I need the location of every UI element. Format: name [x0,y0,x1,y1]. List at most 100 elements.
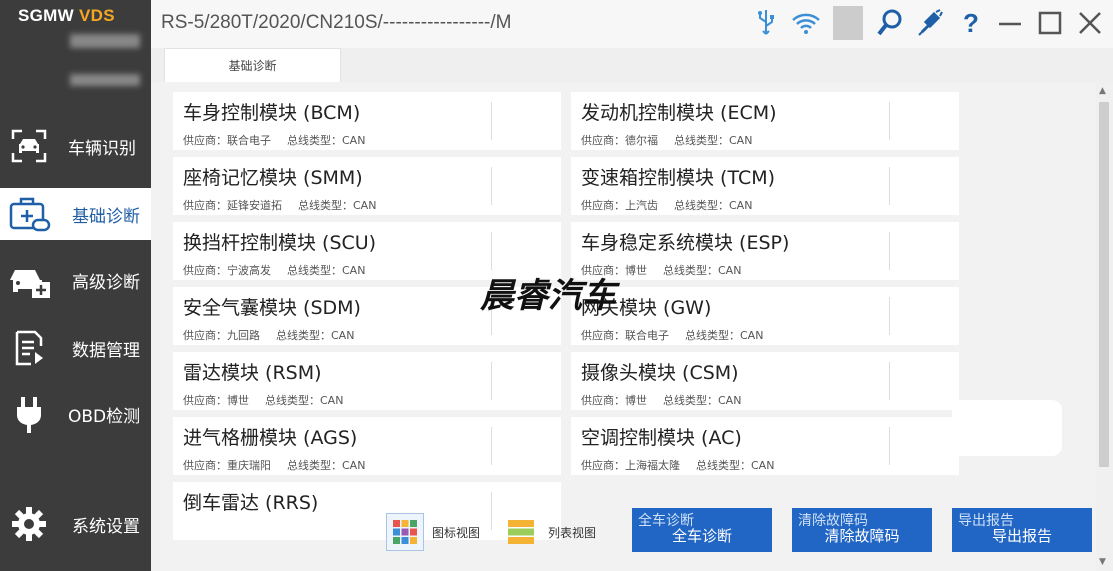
module-supplier: 供应商：博世 [581,394,647,407]
module-name: 安全气囊模块 (SDM) [183,297,361,319]
card-divider [889,232,890,270]
card-divider [889,297,890,335]
scrollbar-thumb[interactable] [1099,102,1109,467]
sidebar-item-settings[interactable]: 系统设置 [0,498,151,550]
module-bus: 总线类型：CAN [265,394,344,407]
sidebar-item-label: 车辆识别 [68,138,136,159]
button-ghost-text: 清除故障码 [798,513,868,529]
vehicle-path: RS-5/280T/2020/CN210S/-----------------/… [161,12,512,33]
module-bus: 总线类型：CAN [276,329,355,342]
list-view-button[interactable]: 列表视图 [502,512,596,552]
module-card[interactable]: 座椅记忆模块 (SMM) 供应商：延锋安道拓 总线类型：CAN [173,157,561,215]
module-meta: 供应商：博世 总线类型：CAN [581,392,741,408]
sidebar-item-label: 基础诊断 [72,206,140,227]
module-card[interactable]: 网关模块 (GW) 供应商：联合电子 总线类型：CAN [571,287,959,345]
scroll-down-icon[interactable]: ▼ [1099,557,1106,567]
wifi-icon [791,6,821,40]
list-view-icon [502,513,540,551]
module-name: 进气格栅模块 (AGS) [183,427,358,449]
module-supplier: 供应商：上海福太隆 [581,459,680,472]
module-name: 发动机控制模块 (ECM) [581,102,777,124]
module-meta: 供应商：联合电子 总线类型：CAN [581,327,763,343]
module-name: 车身控制模块 (BCM) [183,102,361,124]
module-grid: 车身控制模块 (BCM) 供应商：联合电子 总线类型：CAN 发动机控制模块 (E… [151,82,1096,571]
car-scan-icon [0,124,58,168]
sidebar-item-vehicle-id[interactable]: 车辆识别 [0,120,151,172]
sidebar-item-label: OBD检测 [68,406,141,427]
card-divider [889,427,890,465]
button-ghost-text: 导出报告 [958,513,1014,529]
module-bus: 总线类型：CAN [287,459,366,472]
watermark-text: 晨睿汽车 [480,276,616,316]
module-meta: 供应商：延锋安道拓 总线类型：CAN [183,197,376,213]
module-card[interactable]: 摄像头模块 (CSM) 供应商：博世 总线类型：CAN [571,352,959,410]
search-icon[interactable] [875,6,905,40]
module-bus: 总线类型：CAN [663,394,742,407]
title-bar-icons: ? [751,6,1105,40]
module-name: 座椅记忆模块 (SMM) [183,167,363,189]
module-name: 倒车雷达 (RRS) [183,492,319,514]
module-card[interactable]: 空调控制模块 (AC) 供应商：上海福太隆 总线类型：CAN [571,417,959,475]
card-divider [491,232,492,270]
close-icon[interactable] [1075,6,1105,40]
card-divider [491,362,492,400]
module-meta: 供应商：上汽齿 总线类型：CAN [581,197,752,213]
tab-basic-diagnosis[interactable]: 基础诊断 [164,48,341,82]
maximize-icon[interactable] [1035,6,1065,40]
icon-view-button[interactable]: 图标视图 [386,512,480,552]
sidebar-item-label: 数据管理 [72,340,140,361]
app-logo: SGMW VDS [18,6,115,26]
clear-dtc-button[interactable]: 清除故障码 清除故障码 [792,508,932,552]
module-name: 换挡杆控制模块 (SCU) [183,232,377,254]
logo-accent-text: VDS [79,6,115,25]
document-edit-icon [0,326,58,370]
module-card[interactable]: 车身控制模块 (BCM) 供应商：联合电子 总线类型：CAN [173,92,561,150]
sidebar: SGMW VDS 车辆识别 基础诊断 高级诊断 数据管理 OBD检测 系统设置 [0,0,151,571]
module-supplier: 供应商：博世 [183,394,249,407]
card-divider [889,362,890,400]
car-plus-icon [0,258,58,302]
module-card[interactable]: 雷达模块 (RSM) 供应商：博世 总线类型：CAN [173,352,561,410]
module-meta: 供应商：博世 总线类型：CAN [183,392,343,408]
sidebar-item-obd-check[interactable]: OBD检测 [0,388,151,440]
sidebar-item-label: 系统设置 [72,516,140,537]
help-icon[interactable]: ? [955,6,985,40]
module-bus: 总线类型：CAN [696,459,775,472]
module-supplier: 供应商：联合电子 [581,329,669,342]
overlay-bubble [952,400,1062,456]
toolbar-divider [833,6,863,40]
scroll-up-icon[interactable]: ▲ [1099,86,1106,96]
module-card[interactable]: 进气格栅模块 (AGS) 供应商：重庆瑞阳 总线类型：CAN [173,417,561,475]
minimize-icon[interactable] [995,6,1025,40]
sidebar-item-basic-diagnosis[interactable]: 基础诊断 [0,188,151,240]
sidebar-item-advanced-diagnosis[interactable]: 高级诊断 [0,254,151,306]
connector-icon[interactable] [915,6,945,40]
medical-kit-icon [0,192,58,236]
sidebar-item-data-management[interactable]: 数据管理 [0,322,151,374]
module-bus: 总线类型：CAN [674,134,753,147]
card-divider [491,102,492,140]
module-name: 摄像头模块 (CSM) [581,362,739,384]
usb-icon [751,6,781,40]
title-bar: RS-5/280T/2020/CN210S/-----------------/… [151,0,1113,48]
export-report-button[interactable]: 导出报告 导出报告 [952,508,1092,552]
svg-text:?: ? [963,8,979,38]
module-supplier: 供应商：联合电子 [183,134,271,147]
module-supplier: 供应商：宁波高发 [183,264,271,277]
module-card[interactable]: 发动机控制模块 (ECM) 供应商：德尔福 总线类型：CAN [571,92,959,150]
module-bus: 总线类型：CAN [298,199,377,212]
icon-view-label: 图标视图 [432,525,481,540]
card-divider [889,167,890,205]
full-vehicle-scan-button[interactable]: 全车诊断 全车诊断 [632,508,772,552]
module-bus: 总线类型：CAN [663,264,742,277]
module-bus: 总线类型：CAN [685,329,764,342]
module-bus: 总线类型：CAN [674,199,753,212]
module-supplier: 供应商：九回路 [183,329,260,342]
module-meta: 供应商：九回路 总线类型：CAN [183,327,354,343]
module-meta: 供应商：宁波高发 总线类型：CAN [183,262,365,278]
module-meta: 供应商：上海福太隆 总线类型：CAN [581,457,774,473]
plug-icon [0,392,58,436]
vertical-scrollbar[interactable]: ▲ ▼ [1096,82,1113,571]
module-card[interactable]: 车身稳定系统模块 (ESP) 供应商：博世 总线类型：CAN [571,222,959,280]
module-card[interactable]: 变速箱控制模块 (TCM) 供应商：上汽齿 总线类型：CAN [571,157,959,215]
